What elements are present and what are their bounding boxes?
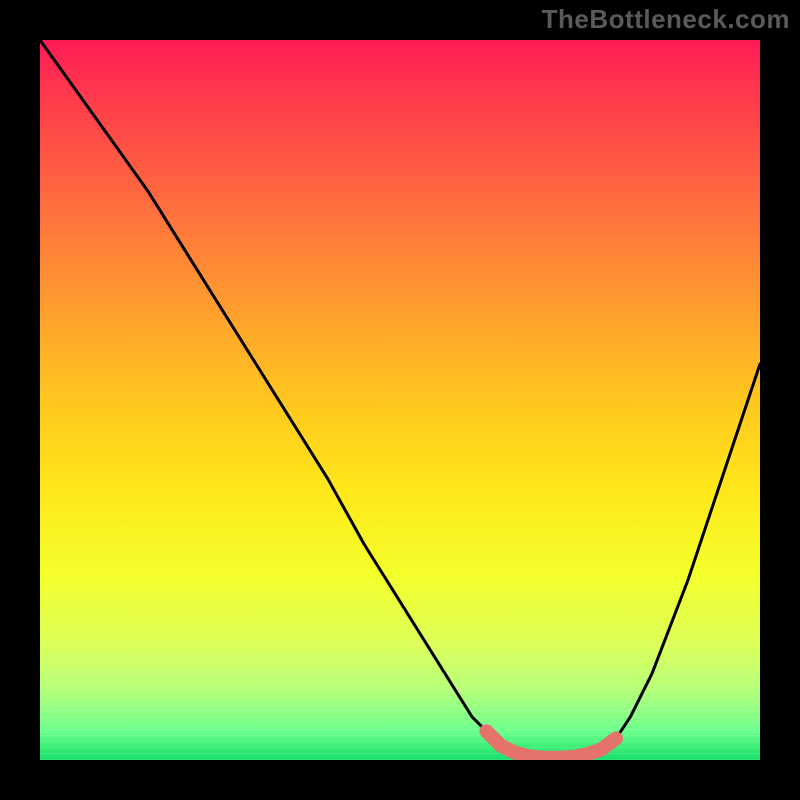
plot-area — [40, 40, 760, 760]
watermark-text: TheBottleneck.com — [542, 4, 790, 35]
chart-frame: TheBottleneck.com — [0, 0, 800, 800]
gradient-background — [40, 40, 760, 760]
